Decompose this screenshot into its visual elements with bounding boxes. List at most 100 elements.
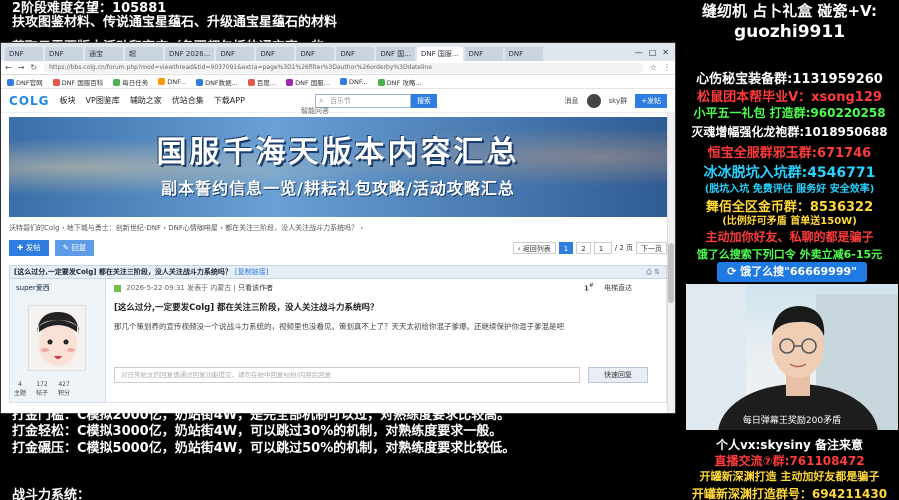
floor-indicator: 1# 电梯直达 [584,283,632,293]
overlay-combat-system: 战斗力系统： [12,488,91,500]
nav-vp-library[interactable]: VP图鉴库 [86,95,120,106]
author-avatar[interactable] [28,305,86,371]
browser-tab[interactable]: DNF [336,47,375,61]
bookmark-item[interactable]: DNF官网 [7,77,43,87]
stat-points[interactable]: 427 积分 [58,381,70,397]
right-scam-warning: 主动加你好友、私聊的都是骗子 [705,230,874,244]
bookmark-icon [286,79,294,86]
address-bar-row: ← → ↻ https://bbs.colg.cn/forum.php?mod=… [1,61,675,75]
print-icon[interactable]: ⎙ ⇅ [646,266,660,278]
next-page-button[interactable]: 下一页 [636,242,667,254]
bookmark-icon [247,79,255,86]
scroll-thumb[interactable] [668,243,674,303]
thread-title-bar: [这么过分,一定要发Colg] 都在关注三阶段，没人关注战斗力系统吗？ [复制链… [9,265,667,279]
url-input[interactable]: https://bbs.colg.cn/forum.php?mod=viewth… [43,62,644,73]
page-jump-input[interactable]: 1 [593,242,612,254]
jump-floor-link[interactable]: 电梯直达 [604,284,632,292]
stat-threads[interactable]: 4 主题 [14,381,26,397]
bookmark-item[interactable]: DNF... [339,78,368,86]
browser-tab[interactable]: DNF [5,47,43,61]
maximize-button[interactable]: □ [649,45,657,61]
page-total-label: / 2 页 [614,244,633,252]
bookmark-item[interactable]: DNF 攻略... [377,77,422,87]
author-panel: super爱西 4 主题 172 帖子 427 积分 [10,279,106,402]
author-only-link[interactable]: 只看该作者 [238,284,273,292]
version-banner[interactable]: 国服千海天版本内容汇总 副本誓约信息一览/耕耘礼包攻略/活动攻略汇总 [9,117,667,217]
right-live-group: 直播交流⑦群:761108472 [714,454,865,468]
menu-icon[interactable]: ⋮ [663,63,671,72]
right-eleme-promo: 饿了么搜索下列口令 外卖立减6-15元 [696,248,883,261]
browser-tab[interactable]: DNF [216,47,255,61]
right-personal-vx: 个人vx:skysiny 备注来意 [715,438,864,452]
bookmark-item[interactable]: DNF 国服百科 [52,77,103,87]
browser-tab[interactable]: DNF 2026... [165,47,215,61]
eleme-search-pill: ⟳ 饿了么搜"66669999" [717,262,867,282]
right-group-7-note: (比例好可矛盾 首单送150W) [722,216,857,227]
right-abyss-group: 开罐新深渊打造群号：694211430 [691,487,888,500]
stat-posts[interactable]: 172 帖子 [36,381,48,397]
nav-boards[interactable]: 板块 [60,95,76,106]
browser-tab[interactable]: DNF [296,47,335,61]
bookmark-item[interactable]: DNF... [158,78,186,86]
right-group-2: 松鼠团本帮毕业V：xsong129 [697,90,882,105]
forward-icon[interactable]: → [18,63,25,72]
webcam-feed: 每日弹幕王奖励200矛盾 [686,284,898,430]
right-group-4: 灭魂增幅强化龙袍群:1018950688 [691,125,888,139]
messages-link[interactable]: 消息 [565,96,579,106]
back-to-list-button[interactable]: ‹ 返回列表 [512,242,556,254]
bookmark-item[interactable]: DNF 国服... [286,77,330,87]
tab-bar: DNF DNF 通宝 超 DNF 2026... DNF DNF DNF DNF… [1,43,675,61]
close-window-button[interactable]: ✕ [662,45,669,61]
username-link[interactable]: sky群 [609,96,628,106]
nav-sites[interactable]: 优站合集 [172,95,204,106]
breadcrumb[interactable]: 沃特碧们的Colg › 地下城与勇士：创新世纪-DNF › DNF心情咖啡屋 ›… [9,223,667,233]
bookmarks-bar: DNF官网 DNF 国服百科 每日任务 DNF... DNF数据... 百度..… [1,75,675,89]
bookmark-icon [196,79,204,86]
webcam-caption: 每日弹幕王奖励200矛盾 [742,416,842,426]
search-icon: ⌕ [318,95,324,105]
nav-assist-home[interactable]: 辅助之家 [130,95,162,106]
browser-tab[interactable]: 超 [125,47,163,61]
overlay-materials-text: 扶攻图鉴材料、传说通宝星蕴石、升级通宝星蕴石的材料 [12,15,338,30]
smart-qa-label[interactable]: 智能问答 [301,106,329,116]
browser-tab[interactable]: DNF [256,47,295,61]
page-scrollbar[interactable] [667,113,675,413]
quick-reply-input[interactable]: 对日常帖文的回复请通过回复功能提交，请勿在帖中回复纠纷/内容后回复 [114,367,580,383]
thread-toolbar: ✚ 发帖 ✎ 回复 ‹ 返回列表 1 2 1 / 2 页 下一页 [9,239,667,257]
browser-tab[interactable]: DNF [504,47,543,61]
browser-tab-active[interactable]: DNF 国服... [416,47,463,61]
search-button[interactable]: 搜索 [410,93,437,108]
browser-tab[interactable]: DNF [464,47,503,61]
copy-link-button[interactable]: [复制链接] [235,266,268,278]
browser-window: DNF DNF 通宝 超 DNF 2026... DNF DNF DNF DNF… [0,42,676,414]
author-name[interactable]: super爱西 [16,283,50,293]
quick-reply-button[interactable]: 快速回复 [588,367,648,383]
page-1-button[interactable]: 1 [558,242,574,254]
reply-button[interactable]: ✎ 回复 [54,240,95,256]
header-post-button[interactable]: +发帖 [635,93,667,108]
post-meta: 2026-5-22 09:31 发表于 内蒙古 | 只看该作者 [114,283,273,293]
author-stats: 4 主题 172 帖子 427 积分 [14,381,70,397]
right-group-1: 心伤秘宝装备群:1131959260 [696,72,883,87]
reload-icon[interactable]: ↻ [30,63,37,72]
bookmark-icon [158,78,166,85]
browser-tab[interactable]: DNF 国... [376,47,415,61]
thread-title: [这么过分,一定要发Colg] 都在关注三阶段，没人关注战斗力系统吗？ [14,268,232,276]
colg-logo[interactable]: COLG [9,94,50,108]
star-icon[interactable]: ☆ [650,63,657,72]
bookmark-icon [7,79,14,86]
bookmark-item[interactable]: 每日任务 [113,77,148,87]
site-search-input[interactable]: ⌕ 百乐节 [314,93,411,108]
user-avatar[interactable] [586,93,601,108]
browser-tab[interactable]: DNF [45,47,83,61]
page-2-button[interactable]: 2 [576,242,591,254]
bookmark-item[interactable]: 百度... [247,77,276,87]
minimize-button[interactable]: — [635,45,643,61]
bookmark-item[interactable]: DNF数据... [196,77,238,87]
nav-download-app[interactable]: 下载APP [214,95,245,106]
back-icon[interactable]: ← [5,63,12,72]
right-group-5: 恒宝全服群邪玉群:671746 [707,146,872,161]
new-post-button[interactable]: ✚ 发帖 [9,240,49,256]
browser-tab[interactable]: 通宝 [85,47,123,61]
post-title: [这么过分,一定要发Colg] 都在关注三阶段，没人关注战斗力系统吗？ [114,303,379,313]
